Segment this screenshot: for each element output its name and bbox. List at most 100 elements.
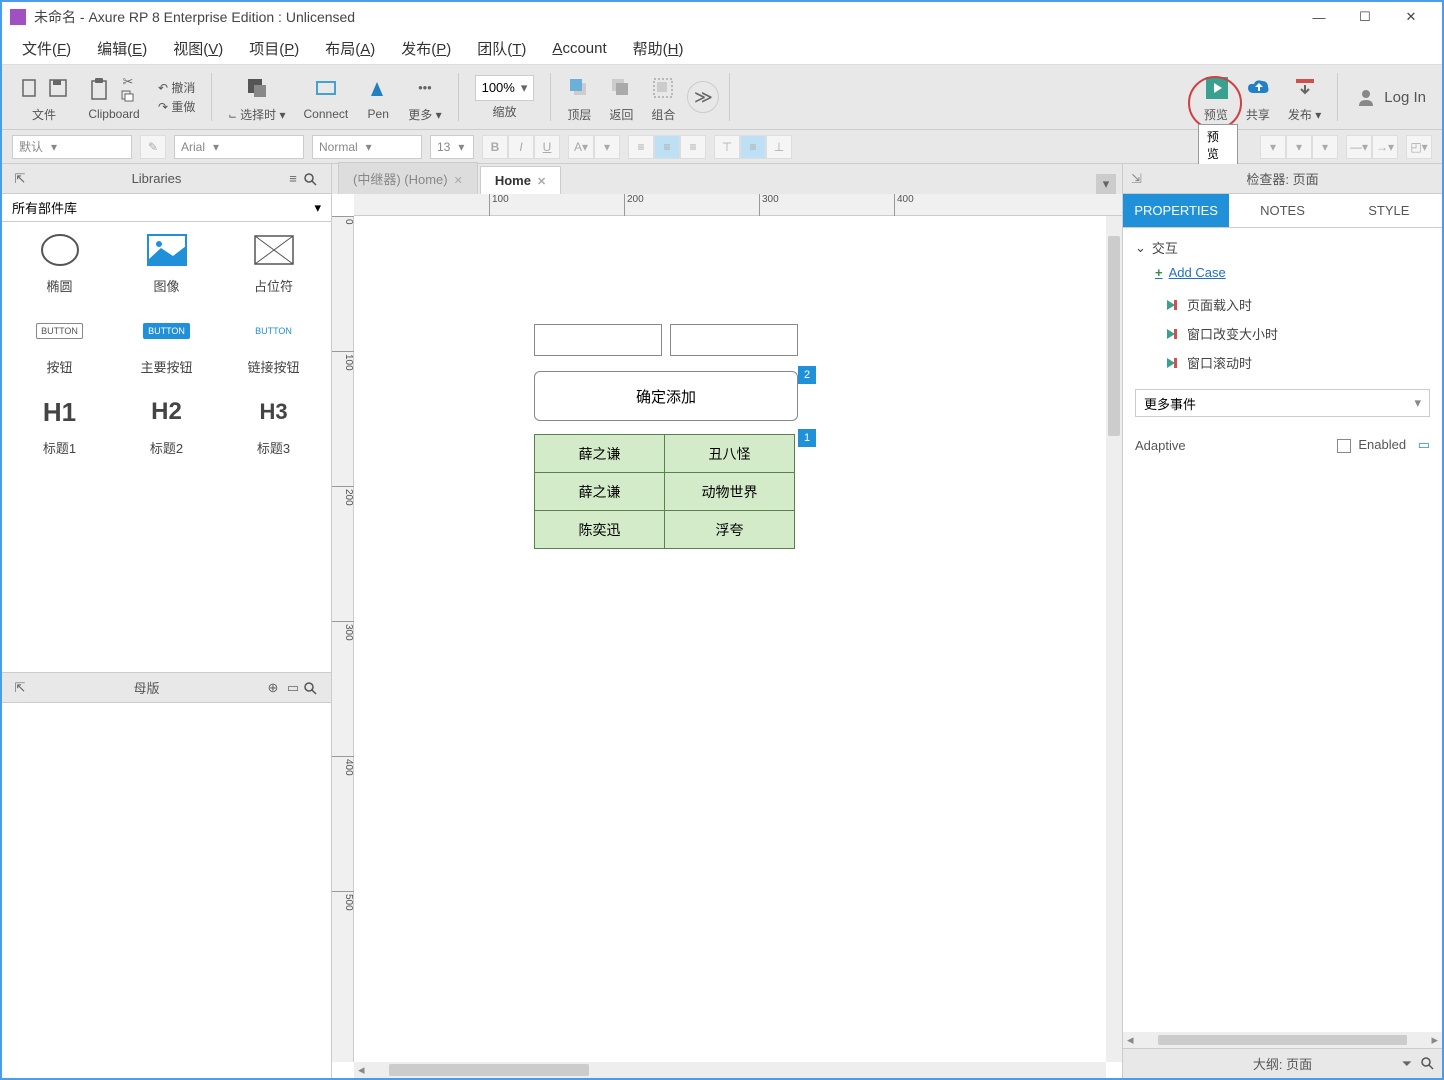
line-width-button[interactable]: ▾ bbox=[1312, 135, 1338, 159]
copy-icon[interactable] bbox=[116, 90, 140, 102]
style-dropdown[interactable]: 默认▾ bbox=[12, 135, 132, 159]
canvas-repeater-table[interactable]: 薛之谦丑八怪 薛之谦动物世界 陈奕迅浮夸 bbox=[534, 434, 795, 549]
event-window-scroll[interactable]: 窗口滚动时 bbox=[1165, 348, 1430, 377]
canvas-confirm-button[interactable]: 确定添加 bbox=[534, 371, 798, 421]
collapse-icon[interactable]: ⇱ bbox=[10, 171, 30, 187]
maximize-button[interactable]: ☐ bbox=[1342, 2, 1388, 32]
more-events-dropdown[interactable]: 更多事件▾ bbox=[1135, 389, 1430, 417]
arrow-button[interactable]: →▾ bbox=[1372, 135, 1398, 159]
add-case-link[interactable]: + Add Case bbox=[1155, 265, 1430, 280]
widget-link-button[interactable]: BUTTON 链接按钮 bbox=[229, 313, 319, 376]
widget-image[interactable]: 图像 bbox=[122, 232, 212, 295]
tool-back-group[interactable]: 返回 bbox=[603, 72, 639, 123]
event-page-load[interactable]: 页面载入时 bbox=[1165, 290, 1430, 319]
minimize-button[interactable]: ― bbox=[1296, 2, 1342, 32]
border-color-button[interactable]: ▾ bbox=[1286, 135, 1312, 159]
horizontal-scrollbar[interactable]: ◂ bbox=[354, 1062, 1106, 1078]
login-button[interactable]: Log In bbox=[1348, 85, 1432, 109]
toolbar-overflow-button[interactable]: ≫ bbox=[687, 81, 719, 113]
tool-group-group[interactable]: 组合 bbox=[645, 72, 681, 123]
menu-team[interactable]: 团队(T) bbox=[469, 34, 534, 63]
tool-publish-group[interactable]: 发布 ▾ bbox=[1282, 72, 1327, 123]
menu-file[interactable]: 文件(F) bbox=[14, 34, 79, 63]
table-cell[interactable]: 丑八怪 bbox=[665, 435, 795, 473]
vertical-ruler[interactable]: 0 100 200 300 400 500 bbox=[332, 216, 354, 1062]
bold-button[interactable]: B bbox=[482, 135, 508, 159]
search-icon[interactable] bbox=[1420, 1056, 1434, 1072]
widget-h1[interactable]: H1 标题1 bbox=[15, 394, 105, 457]
interactions-section-header[interactable]: ⌄ 交互 bbox=[1135, 238, 1430, 257]
tab-home[interactable]: Home✕ bbox=[480, 166, 561, 194]
widget-button[interactable]: BUTTON 按钮 bbox=[15, 313, 105, 376]
menu-publish[interactable]: 发布(P) bbox=[393, 34, 459, 63]
more-text-button[interactable]: ▾ bbox=[594, 135, 620, 159]
library-selector[interactable]: 所有部件库▾ bbox=[2, 194, 331, 222]
size-dropdown[interactable]: 13▾ bbox=[430, 135, 474, 159]
menu-arrange[interactable]: 布局(A) bbox=[317, 34, 383, 63]
tool-share-group[interactable]: 共享 bbox=[1240, 72, 1276, 123]
enabled-checkbox[interactable] bbox=[1337, 439, 1351, 453]
close-icon[interactable]: ✕ bbox=[454, 175, 463, 187]
filter-icon[interactable]: ⏷ bbox=[1402, 1056, 1412, 1072]
redo-button[interactable]: ↷ 重做 bbox=[158, 98, 195, 115]
save-icon[interactable] bbox=[46, 76, 70, 100]
cut-icon[interactable]: ✂ bbox=[116, 76, 140, 88]
collapse-icon[interactable]: ⇱ bbox=[10, 680, 30, 696]
table-cell[interactable]: 薛之谦 bbox=[535, 473, 665, 511]
menu-help[interactable]: 帮助(H) bbox=[625, 34, 692, 63]
text-color-button[interactable]: A▾ bbox=[568, 135, 594, 159]
adaptive-settings-icon[interactable]: ▭ bbox=[1418, 437, 1430, 452]
tool-more-group[interactable]: ••• 更多 ▾ bbox=[402, 72, 447, 123]
valign-top-button[interactable]: ⊤ bbox=[714, 135, 740, 159]
close-button[interactable]: ✕ bbox=[1388, 2, 1434, 32]
widget-placeholder[interactable]: 占位符 bbox=[229, 232, 319, 295]
tab-notes[interactable]: NOTES bbox=[1229, 194, 1335, 227]
vertical-scrollbar[interactable] bbox=[1106, 216, 1122, 1062]
menu-account[interactable]: Account bbox=[544, 36, 614, 61]
italic-button[interactable]: I bbox=[508, 135, 534, 159]
widget-ellipse[interactable]: 椭圆 bbox=[15, 232, 105, 295]
valign-middle-button[interactable]: ≡ bbox=[740, 135, 766, 159]
fill-color-button[interactable]: ▾ bbox=[1260, 135, 1286, 159]
table-cell[interactable]: 陈奕迅 bbox=[535, 511, 665, 549]
weight-dropdown[interactable]: Normal▾ bbox=[312, 135, 422, 159]
corner-button[interactable]: ◰▾ bbox=[1406, 135, 1432, 159]
valign-bottom-button[interactable]: ⊥ bbox=[766, 135, 792, 159]
font-dropdown[interactable]: Arial▾ bbox=[174, 135, 304, 159]
style-edit-icon[interactable]: ✎ bbox=[140, 135, 166, 159]
tool-preview-group[interactable]: 预览 bbox=[1198, 72, 1234, 123]
add-page-icon[interactable]: ▭ bbox=[283, 680, 303, 696]
canvas-input-2[interactable] bbox=[670, 324, 798, 356]
event-window-resize[interactable]: 窗口改变大小时 bbox=[1165, 319, 1430, 348]
tool-pen-group[interactable]: Pen bbox=[360, 73, 396, 121]
zoom-dropdown[interactable]: 100%▾ bbox=[475, 75, 535, 101]
widget-primary-button[interactable]: BUTTON 主要按钮 bbox=[122, 313, 212, 376]
table-cell[interactable]: 薛之谦 bbox=[535, 435, 665, 473]
menu-project[interactable]: 项目(P) bbox=[241, 34, 307, 63]
undo-button[interactable]: ↶ 撤消 bbox=[158, 79, 195, 96]
align-right-button[interactable]: ≡ bbox=[680, 135, 706, 159]
widget-h2[interactable]: H2 标题2 bbox=[122, 394, 212, 457]
menu-icon[interactable]: ≡ bbox=[283, 171, 303, 186]
collapse-icon[interactable]: ⇲ bbox=[1131, 171, 1142, 187]
paste-icon[interactable] bbox=[88, 77, 112, 101]
canvas-input-1[interactable] bbox=[534, 324, 662, 356]
tool-select-group[interactable]: ⌙ 选择时 ▾ bbox=[222, 72, 291, 123]
inspector-scrollbar[interactable]: ◂▸ bbox=[1123, 1032, 1442, 1048]
footnote-marker-1[interactable]: 1 bbox=[798, 429, 816, 447]
horizontal-ruler[interactable]: 100 200 300 400 bbox=[354, 194, 1122, 216]
tab-repeater-home[interactable]: (中继器) (Home)✕ bbox=[338, 162, 478, 194]
tabs-dropdown-button[interactable]: ▾ bbox=[1096, 174, 1116, 194]
footnote-marker-2[interactable]: 2 bbox=[798, 366, 816, 384]
table-cell[interactable]: 浮夸 bbox=[665, 511, 795, 549]
line-style-button[interactable]: —▾ bbox=[1346, 135, 1372, 159]
canvas[interactable]: 确定添加 2 薛之谦丑八怪 薛之谦动物世界 陈奕迅浮夸 1 bbox=[354, 216, 1106, 1062]
align-left-button[interactable]: ≡ bbox=[628, 135, 654, 159]
tab-properties[interactable]: PROPERTIES bbox=[1123, 194, 1229, 227]
table-cell[interactable]: 动物世界 bbox=[665, 473, 795, 511]
search-icon[interactable] bbox=[303, 681, 323, 695]
align-center-button[interactable]: ≡ bbox=[654, 135, 680, 159]
new-file-icon[interactable] bbox=[18, 76, 42, 100]
search-icon[interactable] bbox=[303, 172, 323, 186]
tool-front-group[interactable]: 顶层 bbox=[561, 72, 597, 123]
